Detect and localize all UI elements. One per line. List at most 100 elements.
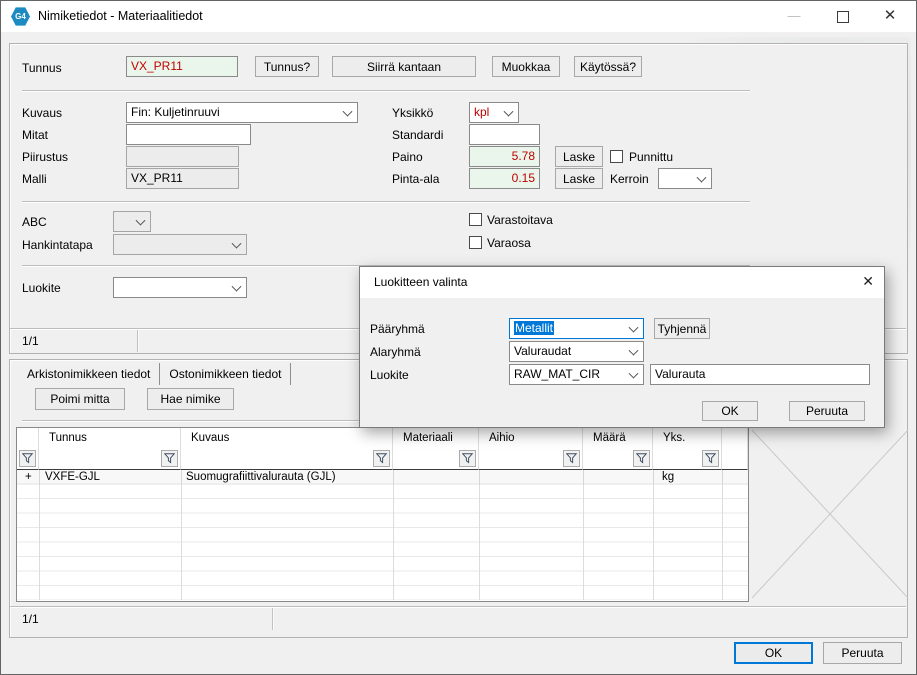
tab-arkistonimikkeen-tiedot[interactable]: Arkistonimikkeen tiedot xyxy=(18,363,160,385)
poimi-mitta-button[interactable]: Poimi mitta xyxy=(35,388,125,410)
filter-funnel-icon[interactable] xyxy=(373,450,390,467)
chevron-down-icon xyxy=(232,238,242,248)
mitat-label: Mitat xyxy=(22,128,48,142)
kuvaus-select[interactable]: Fin: Kuljetinruuvi xyxy=(126,102,358,123)
filter-cell-aihio[interactable] xyxy=(479,448,583,470)
tab-ostonimikkeen-tiedot[interactable]: Ostonimikkeen tiedot xyxy=(160,363,291,385)
varastoitava-checkbox[interactable] xyxy=(469,213,482,226)
filter-cell-kuvaus[interactable] xyxy=(181,448,393,470)
minimize-icon[interactable]: — xyxy=(777,1,811,31)
alaryhma-select[interactable]: Valuraudat xyxy=(509,341,644,362)
punnittu-label: Punnittu xyxy=(629,150,673,164)
tyhjenna-button[interactable]: Tyhjennä xyxy=(654,318,710,339)
hankintatapa-label: Hankintatapa xyxy=(22,238,93,252)
row-expand-icon[interactable]: + xyxy=(25,470,32,484)
column-header-kuvaus[interactable]: Kuvaus xyxy=(181,428,393,448)
modal-luokite-select[interactable]: RAW_MAT_CIR xyxy=(509,364,644,385)
divider xyxy=(22,90,750,92)
mitat-input[interactable] xyxy=(126,124,251,145)
status-separator xyxy=(272,608,274,630)
modal-close-icon[interactable]: ✕ xyxy=(862,273,874,290)
tunnus-input[interactable]: VX_PR11 xyxy=(126,56,238,77)
filter-funnel-icon[interactable] xyxy=(161,450,178,467)
pinta-ala-input[interactable]: 0.15 xyxy=(469,168,540,189)
chevron-down-icon xyxy=(232,281,242,291)
paaryhma-select[interactable]: Metallit xyxy=(509,318,644,339)
filter-funnel-icon[interactable] xyxy=(702,450,719,467)
laske-pinta-ala-button[interactable]: Laske xyxy=(555,168,603,189)
status-separator xyxy=(137,330,139,352)
column-header-yks[interactable]: Yks. xyxy=(653,428,722,448)
filter-cell-tunnus[interactable] xyxy=(39,448,181,470)
chevron-down-icon xyxy=(629,345,639,355)
tunnus-label: Tunnus xyxy=(22,61,62,75)
record-pager: 1/1 xyxy=(22,334,39,348)
filter-funnel-icon[interactable] xyxy=(563,450,580,467)
kuvaus-label: Kuvaus xyxy=(22,106,62,120)
kaytossa-button[interactable]: Käytössä? xyxy=(574,56,642,77)
paaryhma-label: Pääryhmä xyxy=(370,322,425,336)
tab-strip: Arkistonimikkeen tiedotOstonimikkeen tie… xyxy=(18,363,291,385)
column-header-materiaali[interactable]: Materiaali xyxy=(393,428,479,448)
table-pager: 1/1 xyxy=(22,612,39,626)
filter-cell-maara[interactable] xyxy=(583,448,653,470)
pinta-ala-label: Pinta-ala xyxy=(392,172,439,186)
filter-funnel-icon[interactable] xyxy=(459,450,476,467)
punnittu-checkbox[interactable] xyxy=(610,150,623,163)
luokite-label: Luokite xyxy=(22,281,61,295)
modal-title: Luokitteen valinta xyxy=(374,275,467,289)
filter-cell-materiaali[interactable] xyxy=(393,448,479,470)
piirustus-label: Piirustus xyxy=(22,150,68,164)
cell-tunnus: VXFE-GJL xyxy=(45,470,100,484)
chevron-down-icon xyxy=(504,106,514,116)
filter-funnel-icon[interactable] xyxy=(633,450,650,467)
chevron-down-icon xyxy=(343,106,353,116)
luokite-name-input[interactable]: Valurauta xyxy=(650,364,870,385)
column-header-maara[interactable]: Määrä xyxy=(583,428,653,448)
modal-title-bar: Luokitteen valinta ✕ xyxy=(360,267,884,298)
abc-select[interactable] xyxy=(113,211,151,232)
image-placeholder xyxy=(752,430,908,598)
table-body: + VXFE-GJL Suomugrafiittivalurauta (GJL)… xyxy=(17,470,748,600)
hankintatapa-select[interactable] xyxy=(113,234,247,255)
siirra-kantaan-button[interactable]: Siirrä kantaan xyxy=(332,56,476,77)
yksikko-select[interactable]: kpl xyxy=(469,102,519,123)
nimiketiedot-window: G4 Nimiketiedot - Materiaalitiedot — ✕ T… xyxy=(0,0,917,675)
maximize-icon[interactable] xyxy=(826,1,860,31)
filter-cell-yks[interactable] xyxy=(653,448,722,470)
alaryhma-label: Alaryhmä xyxy=(370,345,421,359)
chevron-down-icon xyxy=(697,172,707,182)
cell-kuvaus: Suomugrafiittivalurauta (GJL) xyxy=(186,470,336,484)
standardi-input[interactable] xyxy=(469,124,540,145)
ok-button[interactable]: OK xyxy=(734,642,813,664)
close-icon[interactable]: ✕ xyxy=(873,1,907,31)
table-row[interactable]: + VXFE-GJL Suomugrafiittivalurauta (GJL)… xyxy=(17,470,748,485)
kerroin-select[interactable] xyxy=(658,168,712,189)
laske-paino-button[interactable]: Laske xyxy=(555,146,603,167)
paino-input[interactable]: 5.78 xyxy=(469,146,540,167)
expand-column-header xyxy=(17,428,39,448)
table-header-row: Tunnus Kuvaus Materiaali Aihio Määrä Yks… xyxy=(17,428,748,448)
muokkaa-button[interactable]: Muokkaa xyxy=(492,56,560,77)
column-header-tunnus[interactable]: Tunnus xyxy=(39,428,181,448)
tunnus-check-button[interactable]: Tunnus? xyxy=(255,56,319,77)
luokitteen-valinta-dialog: Luokitteen valinta ✕ Pääryhmä Metallit T… xyxy=(359,266,885,428)
modal-ok-button[interactable]: OK xyxy=(702,401,758,421)
column-header-aihio[interactable]: Aihio xyxy=(479,428,583,448)
varastoitava-label: Varastoitava xyxy=(487,213,553,227)
kerroin-label: Kerroin xyxy=(610,172,649,186)
hae-nimike-button[interactable]: Hae nimike xyxy=(147,388,234,410)
modal-peruuta-button[interactable]: Peruuta xyxy=(789,401,865,421)
chevron-down-icon xyxy=(629,368,639,378)
peruuta-button[interactable]: Peruuta xyxy=(823,642,902,664)
chevron-down-icon xyxy=(629,322,639,332)
chevron-down-icon xyxy=(136,215,146,225)
filter-funnel-icon[interactable] xyxy=(19,450,36,467)
varaosa-checkbox[interactable] xyxy=(469,236,482,249)
varaosa-label: Varaosa xyxy=(487,236,531,250)
yksikko-label: Yksikkö xyxy=(392,106,433,120)
paino-label: Paino xyxy=(392,150,423,164)
luokite-select[interactable] xyxy=(113,277,247,298)
modal-luokite-label: Luokite xyxy=(370,368,409,382)
piirustus-input xyxy=(126,146,239,167)
